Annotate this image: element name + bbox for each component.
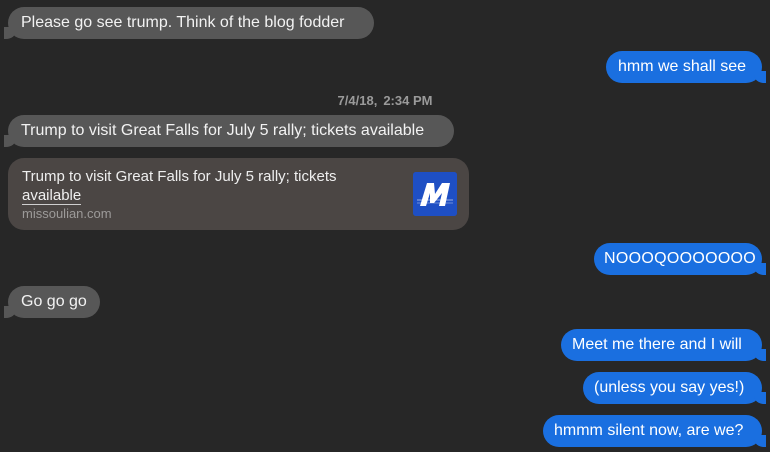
message-text: Meet me there and I will [572, 336, 742, 353]
message-sent[interactable]: Meet me there and I will [561, 329, 766, 361]
link-preview-domain: missoulian.com [22, 206, 112, 221]
message-text: Go go go [21, 293, 87, 310]
timestamp: 7/4/18, 2:34 PM [0, 93, 770, 108]
link-preview-title: Trump to visit Great Falls for July 5 ra… [22, 167, 392, 205]
message-received[interactable]: Go go go [4, 286, 100, 318]
link-preview-card[interactable]: Trump to visit Great Falls for July 5 ra… [8, 158, 469, 230]
message-sent[interactable]: hmmm silent now, are we? [543, 415, 766, 447]
missoulian-logo-graphic [413, 172, 457, 216]
message-text: hmmm silent now, are we? [554, 422, 744, 439]
message-text: Trump to visit Great Falls for July 5 ra… [21, 122, 425, 139]
message-sent[interactable]: (unless you say yes!) [583, 372, 766, 404]
message-sent[interactable]: NOOOQOOOOOOO [594, 243, 766, 275]
message-text: NOOOQOOOOOOO [604, 250, 757, 267]
message-received[interactable]: Please go see trump. Think of the blog f… [4, 7, 374, 39]
message-text: Please go see trump. Think of the blog f… [21, 14, 345, 31]
message-received[interactable]: Trump to visit Great Falls for July 5 ra… [4, 115, 454, 147]
timestamp-date: 7/4/18, [337, 93, 378, 108]
link-preview-title-line1: Trump to visit Great Falls for July 5 ra… [22, 168, 337, 185]
link-preview-title-line2: available [22, 187, 82, 205]
message-text: (unless you say yes!) [594, 379, 745, 396]
timestamp-time: 2:34 PM [383, 93, 433, 108]
message-sent[interactable]: hmm we shall see [606, 51, 766, 83]
message-text: hmm we shall see [618, 58, 747, 75]
missoulian-logo-icon [413, 172, 457, 216]
